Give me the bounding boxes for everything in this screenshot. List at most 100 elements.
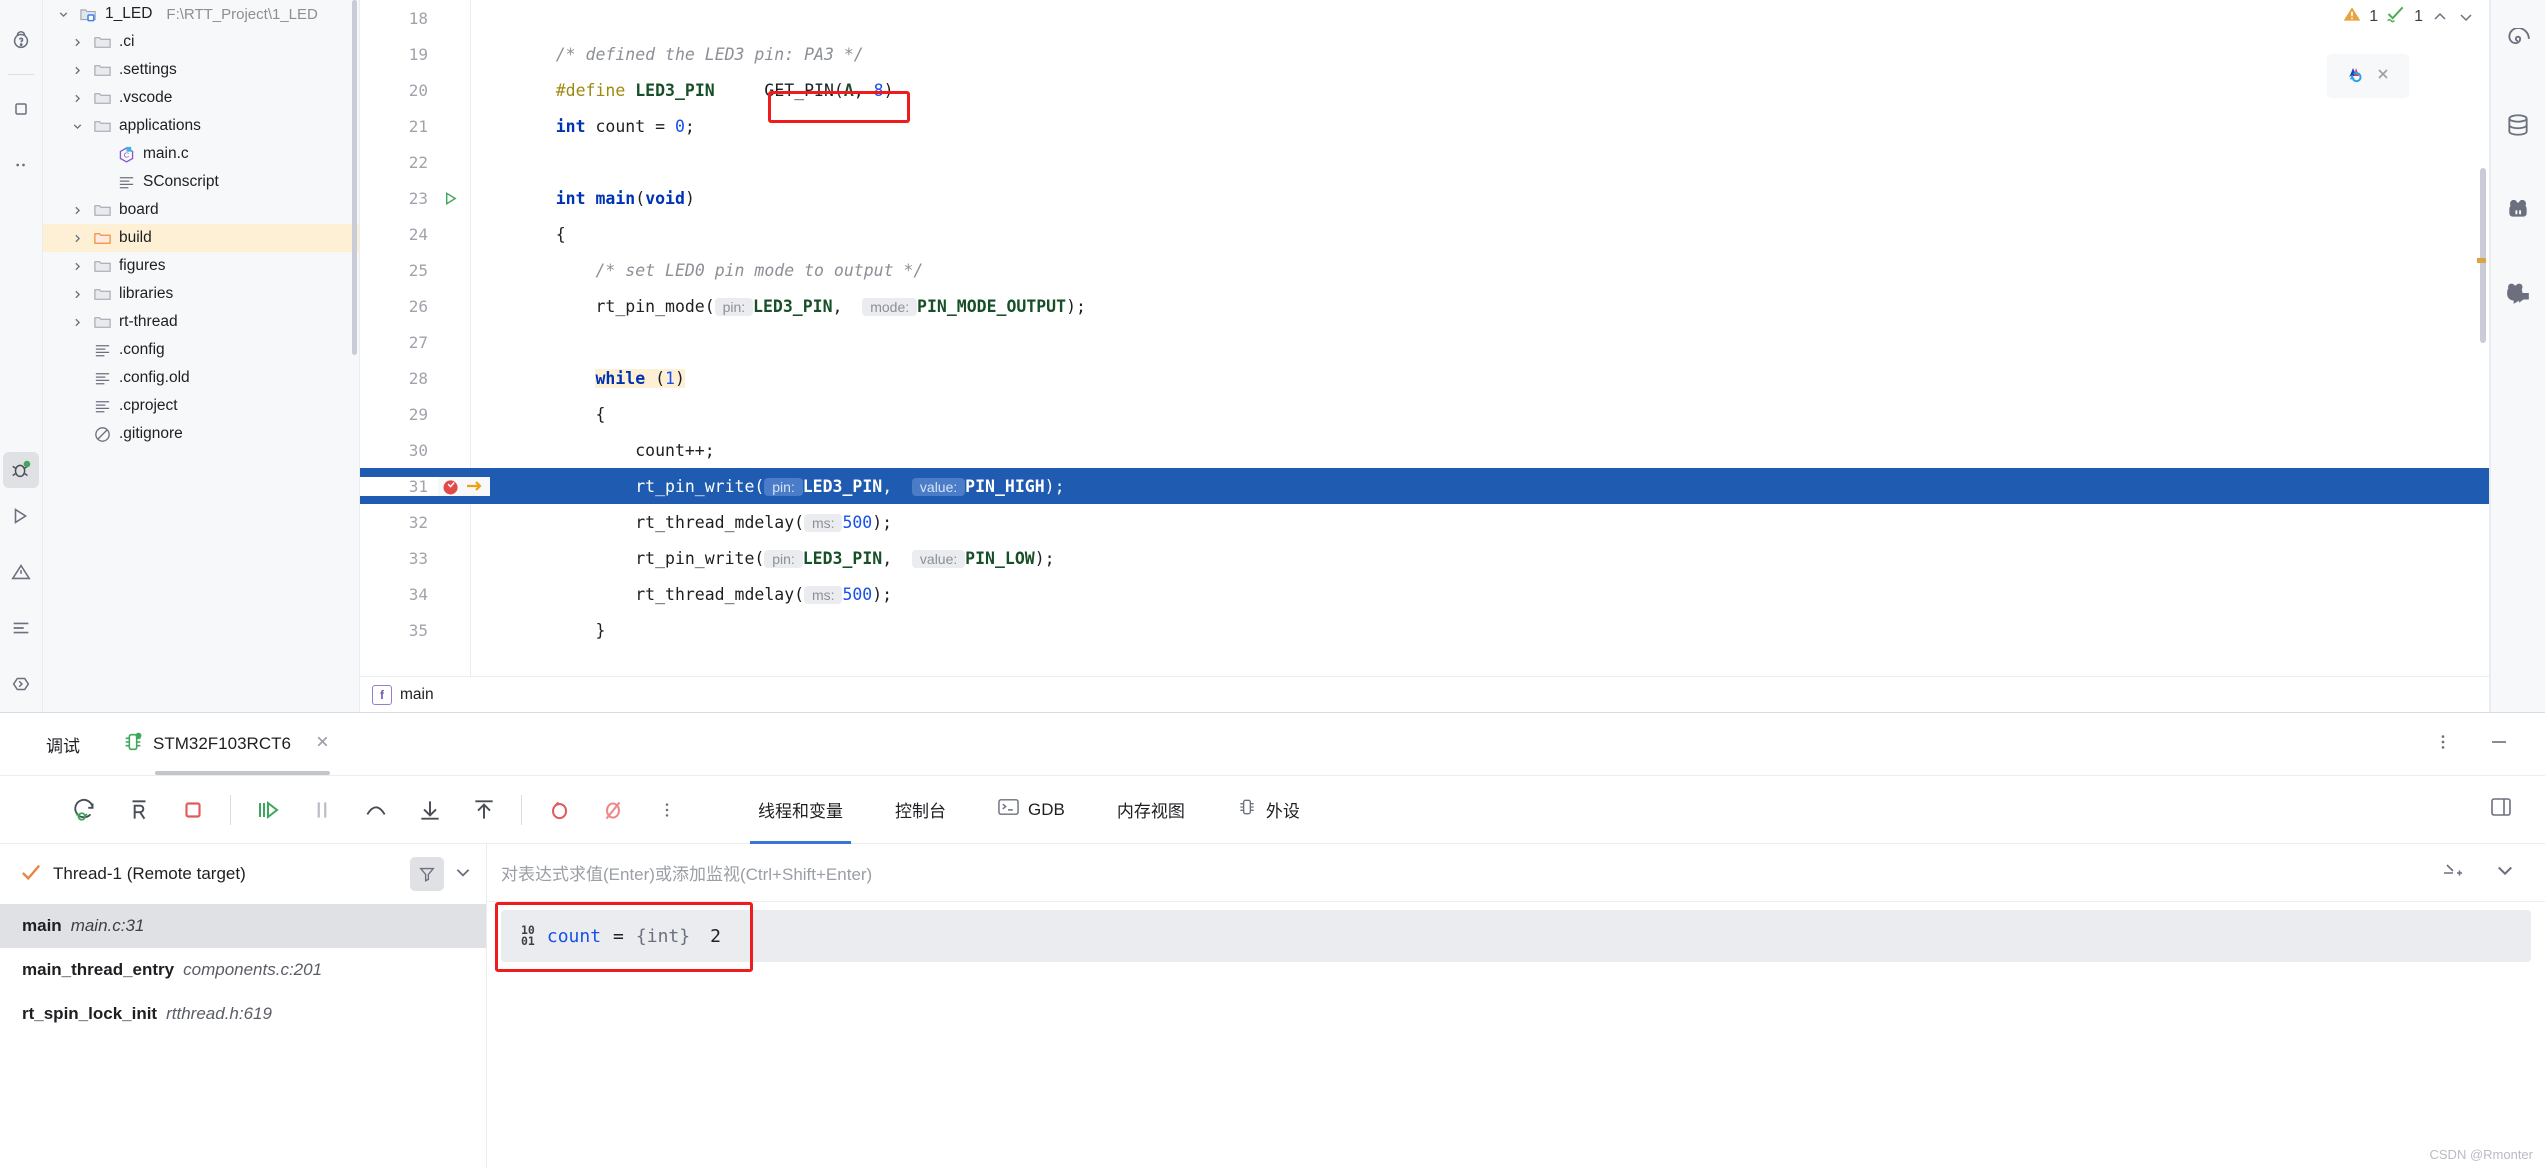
chevron-right-icon[interactable] xyxy=(65,92,89,105)
code-line[interactable]: 19 /* defined the LED3 pin: PA3 */ xyxy=(360,36,2489,72)
thread-selector[interactable]: Thread-1 (Remote target) xyxy=(0,844,486,904)
tree-item-applications[interactable]: applications xyxy=(43,112,359,140)
code-line[interactable]: 34 rt_thread_mdelay( ms: 500); xyxy=(360,576,2489,612)
code-editor-panel[interactable]: 1 1 18 19 /* defined the LED3 pin: PA3 *… xyxy=(360,0,2490,712)
tree-item-config-old[interactable]: .config.old xyxy=(43,364,359,392)
ai-chat-icon[interactable] xyxy=(2497,266,2540,320)
close-icon[interactable] xyxy=(314,733,331,756)
debug-tab-4[interactable]: 内存视图 xyxy=(1091,776,1211,844)
refresh-project-icon[interactable] xyxy=(2345,62,2369,91)
breakpoint-icon[interactable] xyxy=(438,476,490,496)
expression-input-bar[interactable]: 对表达式求值(Enter)或添加监视(Ctrl+Shift+Enter) xyxy=(487,844,2545,902)
mute-breakpoints-button[interactable] xyxy=(586,783,640,837)
ai-assistant-icon[interactable] xyxy=(2497,182,2540,236)
more-options-button[interactable] xyxy=(2433,732,2453,757)
terminal-rail-icon[interactable] xyxy=(0,600,43,656)
layout-settings-button[interactable] xyxy=(2489,795,2513,824)
debug-tab-2[interactable]: 控制台 xyxy=(869,776,972,844)
chevron-down-icon[interactable] xyxy=(65,120,89,133)
code-line[interactable]: 28 while (1) xyxy=(360,360,2489,396)
tree-item-vscode[interactable]: .vscode xyxy=(43,84,359,112)
project-tree-panel[interactable]: 1_LED F:\RTT_Project\1_LED .ci .settings.… xyxy=(43,0,360,712)
help-lock-icon[interactable] xyxy=(0,12,43,68)
chevron-down-icon[interactable] xyxy=(51,8,75,21)
problems-rail-icon[interactable] xyxy=(0,544,43,600)
resume-button[interactable] xyxy=(241,783,295,837)
spiral-notifications-icon[interactable] xyxy=(2497,14,2540,68)
previous-problem-icon[interactable] xyxy=(2430,7,2449,26)
code-line[interactable]: 20 #define LED3_PIN GET_PIN(A, 8) xyxy=(360,72,2489,108)
structure-icon[interactable] xyxy=(0,81,43,137)
code-lines[interactable]: 18 19 /* defined the LED3 pin: PA3 */20 #… xyxy=(360,0,2489,676)
code-line[interactable]: 24 { xyxy=(360,216,2489,252)
tree-item-cproject[interactable]: .cproject xyxy=(43,392,359,420)
database-icon[interactable] xyxy=(2497,98,2540,152)
restart-button[interactable] xyxy=(112,783,166,837)
code-line[interactable]: 27 xyxy=(360,324,2489,360)
code-line[interactable]: 26 rt_pin_mode( pin: LED3_PIN, mode: PIN… xyxy=(360,288,2489,324)
chevron-right-icon[interactable] xyxy=(65,316,89,329)
breadcrumb-label[interactable]: main xyxy=(400,686,434,704)
tree-item-build[interactable]: build xyxy=(43,224,359,252)
refresh-notification[interactable] xyxy=(2327,54,2409,98)
tree-item-board[interactable]: board xyxy=(43,196,359,224)
tree-item-gitignore[interactable]: .gitignore xyxy=(43,420,359,448)
tree-item-sconscript[interactable]: SConscript xyxy=(43,168,359,196)
inspection-widget[interactable]: 1 1 xyxy=(2342,4,2475,29)
run-rail-icon[interactable] xyxy=(0,488,43,544)
code-line[interactable]: 29 { xyxy=(360,396,2489,432)
tree-root-row[interactable]: 1_LED F:\RTT_Project\1_LED xyxy=(43,0,359,28)
tree-item-rt-thread[interactable]: rt-thread xyxy=(43,308,359,336)
services-rail-icon[interactable] xyxy=(0,656,43,712)
next-problem-icon[interactable] xyxy=(2456,7,2475,26)
chevron-down-icon[interactable] xyxy=(454,863,472,886)
step-out-button[interactable] xyxy=(457,783,511,837)
code-line[interactable]: 18 xyxy=(360,0,2489,36)
tree-item-ci[interactable]: .ci xyxy=(43,28,359,56)
more-tools-icon[interactable] xyxy=(0,137,43,193)
add-watch-icon[interactable] xyxy=(2441,859,2465,886)
step-over-button[interactable] xyxy=(349,783,403,837)
rerun-debug-button[interactable] xyxy=(58,783,112,837)
debug-tab-1[interactable]: 线程和变量 xyxy=(732,776,869,844)
chevron-right-icon[interactable] xyxy=(65,260,89,273)
chevron-right-icon[interactable] xyxy=(65,204,89,217)
close-icon[interactable] xyxy=(2375,66,2391,87)
code-line[interactable]: 33 rt_pin_write( pin: LED3_PIN, value: P… xyxy=(360,540,2489,576)
stop-button[interactable] xyxy=(166,783,220,837)
view-breakpoints-button[interactable] xyxy=(532,783,586,837)
code-line-current[interactable]: 31 rt_pin_write( pin: LED3_PIN, value: P… xyxy=(360,468,2489,504)
chevron-down-icon[interactable] xyxy=(2495,860,2515,885)
pause-button[interactable] xyxy=(295,783,349,837)
debug-session-tab[interactable]: STM32F103RCT6 xyxy=(118,713,335,775)
code-line[interactable]: 21 int count = 0; xyxy=(360,108,2489,144)
tree-item-figures[interactable]: figures xyxy=(43,252,359,280)
chevron-right-icon[interactable] xyxy=(65,288,89,301)
debug-rail-icon[interactable] xyxy=(3,452,39,488)
breadcrumb[interactable]: f main xyxy=(360,676,2489,712)
debug-tab-3[interactable]: GDB xyxy=(972,776,1091,844)
editor-scrollbar[interactable] xyxy=(2480,168,2486,343)
tree-item-config[interactable]: .config xyxy=(43,336,359,364)
run-gutter-icon[interactable] xyxy=(438,190,490,207)
tree-item-libraries[interactable]: libraries xyxy=(43,280,359,308)
step-into-button[interactable] xyxy=(403,783,457,837)
stack-frame-row[interactable]: main_thread_entry components.c:201 xyxy=(0,948,486,992)
tree-item-settings[interactable]: .settings xyxy=(43,56,359,84)
debug-tab-5[interactable]: 外设 xyxy=(1211,776,1326,844)
chevron-right-icon[interactable] xyxy=(65,232,89,245)
chevron-right-icon[interactable] xyxy=(65,64,89,77)
code-line[interactable]: 32 rt_thread_mdelay( ms: 500); xyxy=(360,504,2489,540)
minimize-button[interactable] xyxy=(2487,730,2511,759)
tree-scrollbar[interactable] xyxy=(352,0,357,355)
stack-frame-row[interactable]: main main.c:31 xyxy=(0,904,486,948)
code-line[interactable]: 23 int main(void) xyxy=(360,180,2489,216)
tree-item-main-c[interactable]: Cmain.c xyxy=(43,140,359,168)
variable-row[interactable]: 10 01 count = {int} 2 xyxy=(501,910,2531,962)
code-line[interactable]: 22 xyxy=(360,144,2489,180)
stack-frame-row[interactable]: rt_spin_lock_init rtthread.h:619 xyxy=(0,992,486,1036)
filter-icon[interactable] xyxy=(410,857,444,891)
code-line[interactable]: 35 } xyxy=(360,612,2489,648)
code-line[interactable]: 25 /* set LED0 pin mode to output */ xyxy=(360,252,2489,288)
chevron-right-icon[interactable] xyxy=(65,36,89,49)
